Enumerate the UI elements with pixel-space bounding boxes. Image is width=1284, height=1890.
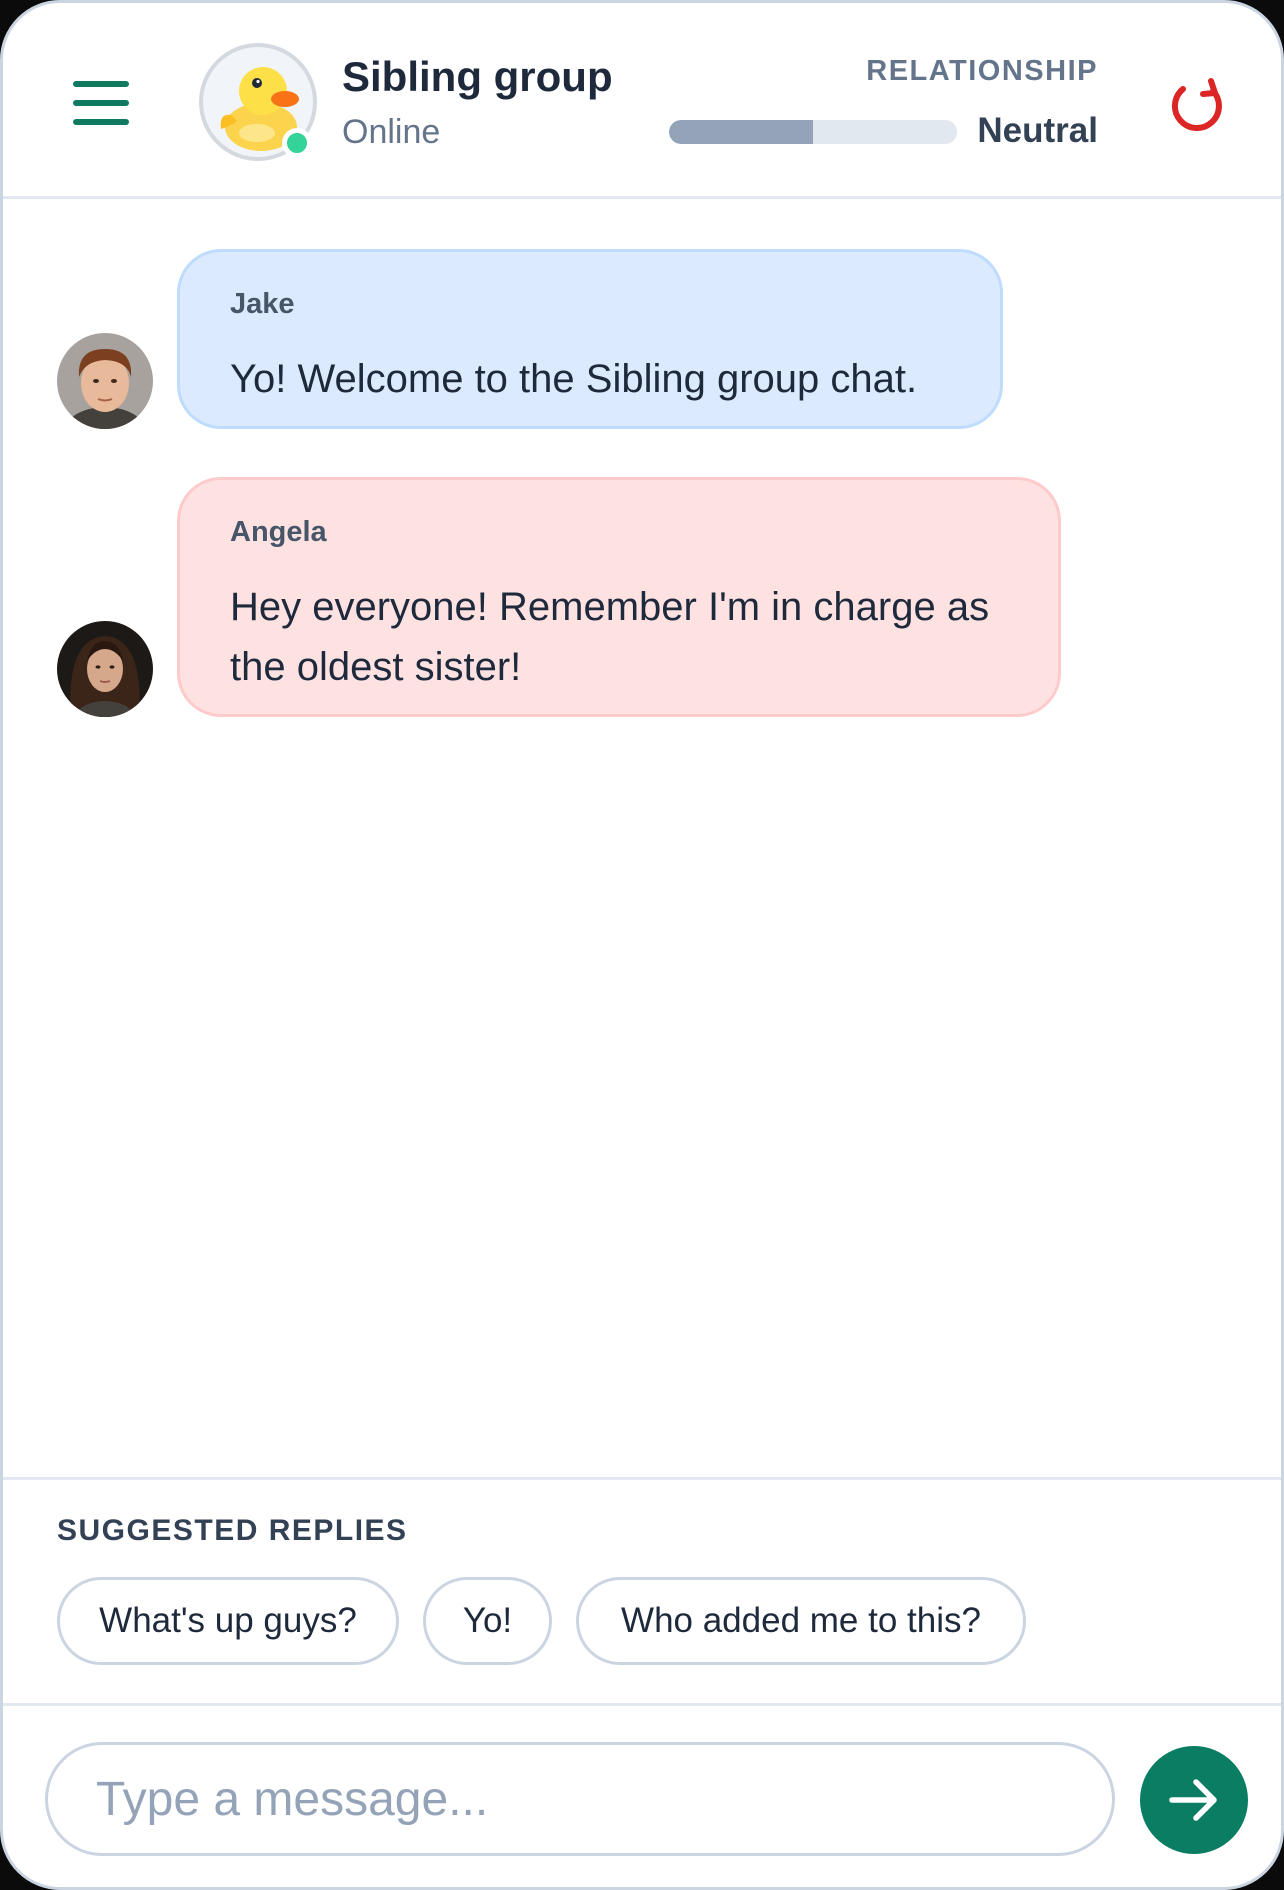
message-text: Yo! Welcome to the Sibling group chat. bbox=[230, 357, 918, 401]
menu-icon[interactable] bbox=[73, 81, 129, 125]
suggested-replies-title: SUGGESTED REPLIES bbox=[57, 1514, 408, 1547]
message-composer bbox=[3, 1703, 1281, 1887]
message-bubble: Jake Yo! Welcome to the Sibling group ch… bbox=[177, 249, 1003, 429]
message-sender: Angela bbox=[230, 516, 327, 548]
relationship-label: RELATIONSHIP bbox=[866, 55, 1098, 87]
chat-header: Sibling group Online RELATIONSHIP Neutra… bbox=[3, 3, 1281, 199]
message-sender: Jake bbox=[230, 288, 295, 320]
send-button[interactable] bbox=[1140, 1746, 1248, 1854]
chat-title: Sibling group bbox=[342, 53, 613, 100]
message-bubble: Angela Hey everyone! Remember I'm in cha… bbox=[177, 477, 1061, 717]
message-list: Jake Yo! Welcome to the Sibling group ch… bbox=[3, 199, 1281, 1477]
arrow-right-icon bbox=[1169, 1779, 1217, 1821]
relationship-meter-fill bbox=[669, 120, 813, 144]
relationship-value: Neutral bbox=[977, 111, 1098, 150]
online-status-dot bbox=[282, 128, 312, 158]
suggested-reply-chip[interactable]: Yo! bbox=[423, 1577, 552, 1665]
message-input[interactable] bbox=[45, 1742, 1115, 1856]
suggested-replies: SUGGESTED REPLIES What's up guys? Yo! Wh… bbox=[3, 1477, 1281, 1703]
suggested-reply-chip[interactable]: What's up guys? bbox=[57, 1577, 399, 1665]
chat-app: Sibling group Online RELATIONSHIP Neutra… bbox=[0, 0, 1284, 1890]
chat-status: Online bbox=[342, 113, 441, 151]
relationship-meter bbox=[669, 120, 957, 144]
avatar-jake bbox=[57, 333, 153, 429]
suggested-reply-chip[interactable]: Who added me to this? bbox=[576, 1577, 1026, 1665]
refresh-icon[interactable] bbox=[1167, 75, 1227, 135]
avatar-angela bbox=[57, 621, 153, 717]
message-text: Hey everyone! Remember I'm in charge as … bbox=[230, 585, 990, 689]
